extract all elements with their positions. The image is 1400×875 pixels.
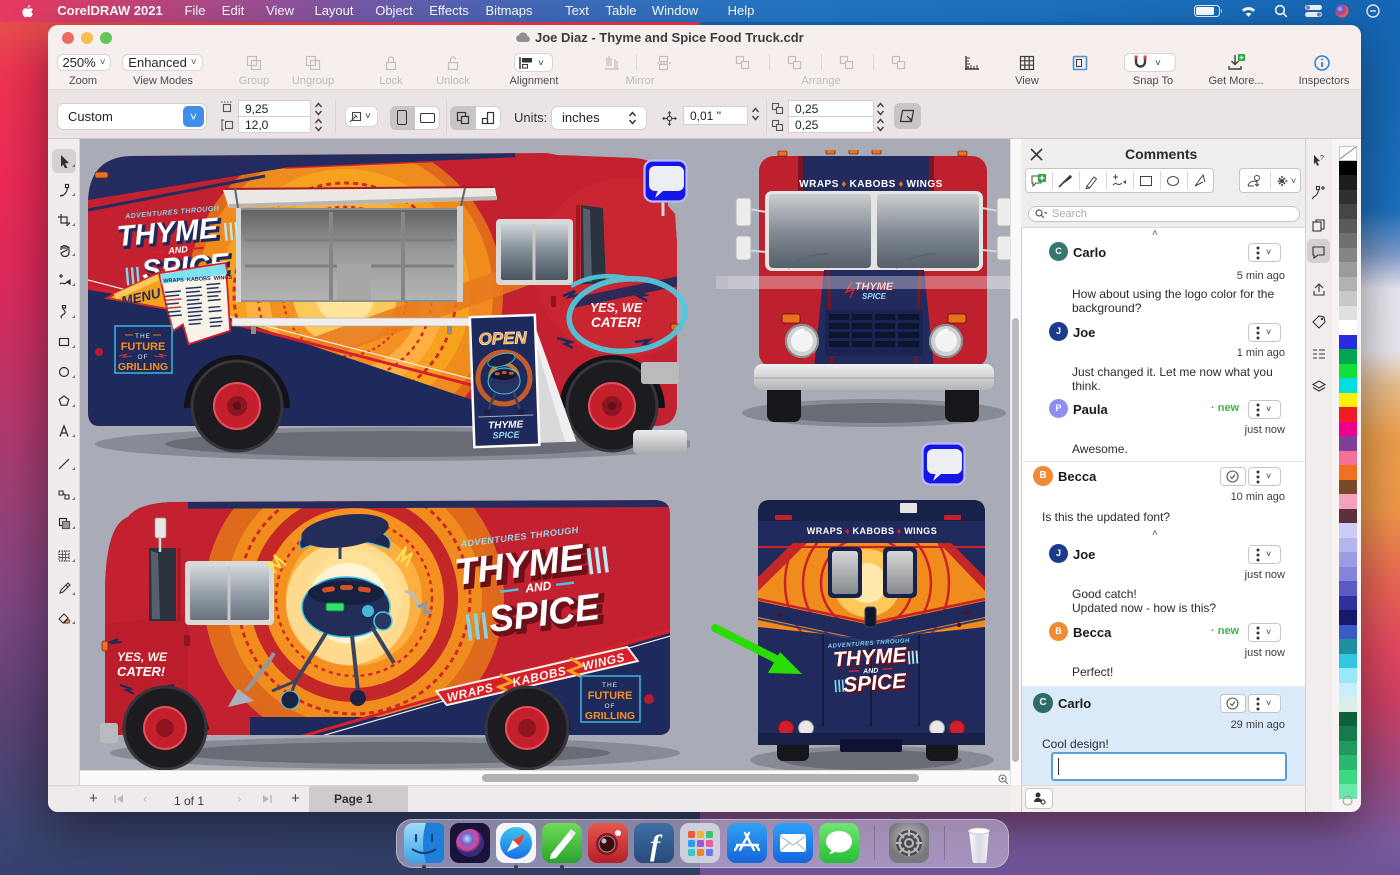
svg-text:CATER!: CATER!	[591, 315, 641, 330]
svg-text:GRILLING: GRILLING	[585, 710, 635, 722]
svg-text:THE: THE	[135, 333, 151, 340]
svg-text:?: ?	[1320, 155, 1324, 162]
svg-text:WRAPS ♦ KABOBS ♦ WINGS: WRAPS ♦ KABOBS ♦ WINGS	[799, 179, 943, 190]
svg-text:FUTURE: FUTURE	[588, 690, 633, 702]
svg-text:OF: OF	[137, 354, 148, 361]
svg-text:FUTURE: FUTURE	[121, 341, 166, 353]
svg-text:YES, WE: YES, WE	[590, 301, 643, 315]
svg-text:CATER!: CATER!	[117, 664, 166, 679]
svg-text:SPICE: SPICE	[842, 670, 907, 697]
svg-text:WRAPS ♦ KABOBS ♦ WINGS: WRAPS ♦ KABOBS ♦ WINGS	[807, 526, 937, 536]
svg-text:OPEN: OPEN	[478, 328, 528, 349]
svg-text:|||: |||	[833, 677, 845, 693]
svg-text:SPICE: SPICE	[862, 292, 887, 301]
svg-text:SPICE: SPICE	[492, 429, 520, 440]
svg-text:GRILLING: GRILLING	[118, 361, 168, 373]
svg-text:THE: THE	[602, 682, 618, 689]
svg-text:|||: |||	[463, 608, 490, 642]
svg-text:|||: |||	[906, 648, 919, 665]
svg-text:YES, WE: YES, WE	[117, 650, 168, 664]
svg-text:|||: |||	[222, 220, 240, 242]
svg-text:OF: OF	[604, 703, 615, 710]
svg-text:|||: |||	[583, 541, 610, 575]
